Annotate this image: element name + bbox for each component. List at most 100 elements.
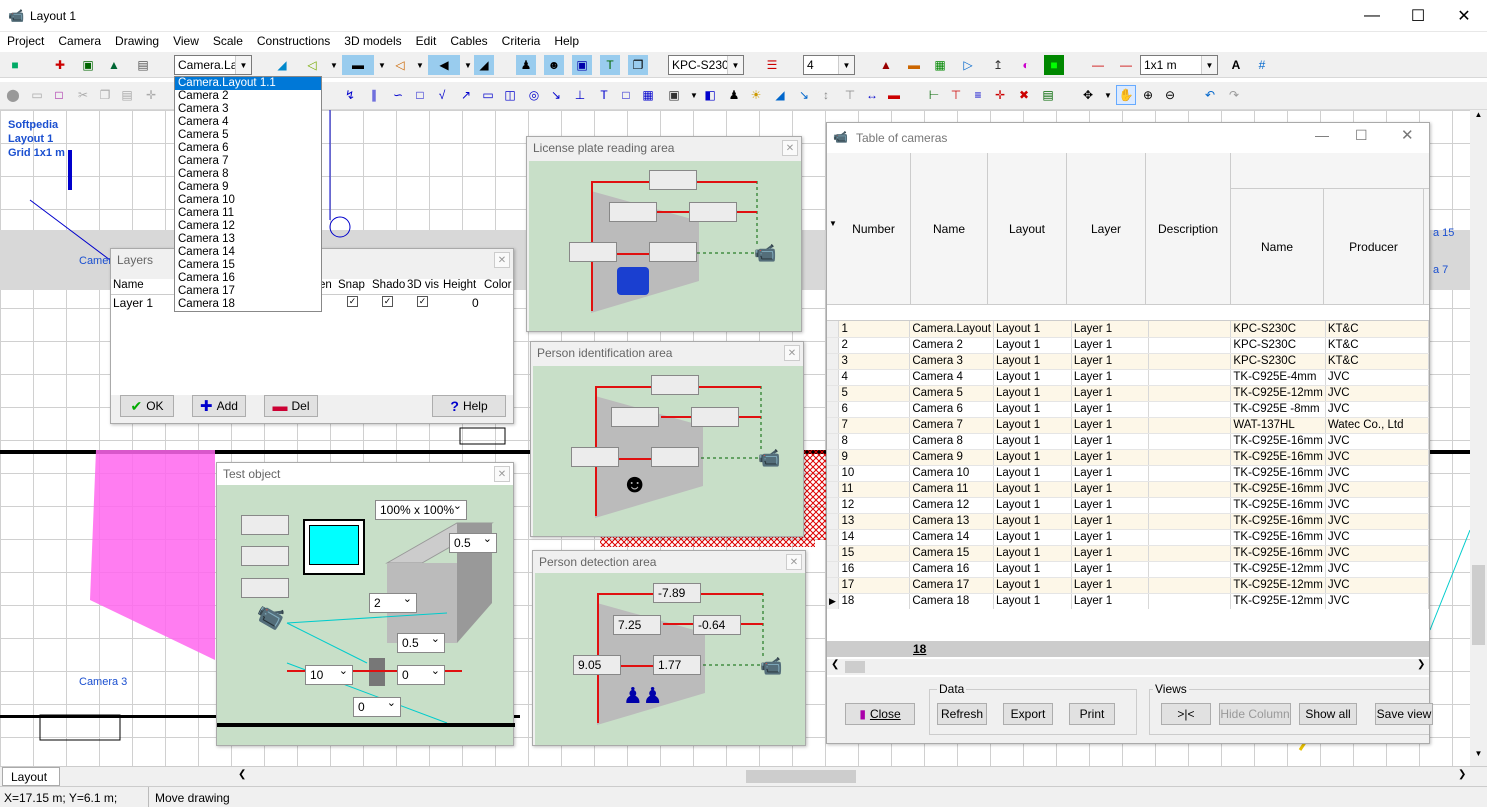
row-marker[interactable] [827, 321, 840, 338]
menu-constructions[interactable]: Constructions [250, 32, 337, 52]
line-style-icon[interactable]: — [1088, 55, 1108, 75]
distribute-icon[interactable]: ✛ [990, 85, 1010, 105]
pdet-close-icon[interactable]: ✕ [786, 554, 802, 570]
frame-icon[interactable]: □ [616, 85, 636, 105]
light-cone-icon[interactable]: ◢ [770, 85, 790, 105]
table-row[interactable]: 5 Camera 5 Layout 1 Layer 1 TK-C925E-12mm JVC [827, 385, 1429, 402]
export-button[interactable]: Export [1003, 703, 1053, 725]
dropdown-item[interactable]: Camera 5 [175, 129, 321, 142]
row-marker[interactable] [827, 481, 840, 498]
text-icon[interactable]: T [600, 55, 620, 75]
pdet-field-far[interactable]: 1.77 [653, 655, 701, 675]
table-cell[interactable] [1148, 465, 1232, 482]
door-icon[interactable]: √ [432, 85, 452, 105]
row-marker[interactable] [827, 497, 840, 514]
table-cell[interactable]: JVC [1325, 369, 1429, 386]
table-cell[interactable]: Layout 1 [993, 385, 1072, 402]
table-cell[interactable] [1148, 529, 1232, 546]
depth-select[interactable]: 0.5 [449, 532, 497, 553]
dropdown-item[interactable]: Camera.Layout 1.1 [175, 77, 321, 90]
menu-project[interactable]: Project [0, 32, 51, 52]
menu-criteria[interactable]: Criteria [495, 32, 548, 52]
row-marker[interactable] [827, 433, 840, 450]
table-cell[interactable]: 16 [838, 561, 911, 578]
chevron-down-icon[interactable]: ▼ [410, 55, 430, 75]
people-icon[interactable]: ♟ [516, 55, 536, 75]
menu-view[interactable]: View [166, 32, 206, 52]
fit-columns-button[interactable]: >|< [1161, 703, 1211, 725]
row-marker[interactable] [827, 545, 840, 562]
ir-icon[interactable]: ↘ [794, 85, 814, 105]
table-cell[interactable]: Layout 1 [993, 449, 1072, 466]
arc-icon[interactable]: ↘ [546, 85, 566, 105]
paint-icon[interactable]: ▲ [876, 55, 896, 75]
monitor-icon[interactable]: ■ [1044, 55, 1064, 75]
table-cell[interactable]: 8 [838, 433, 911, 450]
row-marker[interactable] [827, 513, 840, 530]
dropdown-item[interactable]: Camera 16 [175, 272, 321, 285]
pdet-field-near[interactable]: 9.05 [573, 655, 621, 675]
table-cell[interactable] [1148, 481, 1232, 498]
table-cell[interactable]: Layer 1 [1071, 497, 1150, 514]
table-cell[interactable]: 15 [838, 545, 911, 562]
close-icon[interactable]: ✕ [1401, 126, 1414, 144]
table-cell[interactable]: 14 [838, 529, 911, 546]
light-icon[interactable]: ▬ [904, 55, 924, 75]
table-cell[interactable]: Camera 11 [909, 481, 994, 498]
menu-camera[interactable]: Camera [51, 32, 108, 52]
table-cell[interactable] [1148, 337, 1232, 354]
scroll-thumb[interactable] [845, 661, 865, 673]
table-cell[interactable] [1148, 321, 1232, 338]
cube-icon[interactable]: ▣ [664, 85, 684, 105]
scroll-thumb[interactable] [746, 770, 856, 783]
table-cell[interactable]: Camera 9 [909, 449, 994, 466]
window-icon[interactable]: ▭ [478, 85, 498, 105]
camera-15-label[interactable]: a 15 [1433, 227, 1454, 239]
pdet-field-right[interactable]: -0.64 [693, 615, 741, 635]
minimize-icon[interactable]: — [1315, 127, 1329, 143]
lpr-close-icon[interactable]: ✕ [782, 140, 798, 156]
table-cell[interactable]: 4 [838, 369, 911, 386]
grid-icon[interactable]: # [1252, 55, 1272, 75]
row-marker[interactable] [827, 561, 840, 578]
menu-edit[interactable]: Edit [409, 32, 444, 52]
table-cell[interactable]: KPC-S230C [1230, 337, 1326, 354]
help-button[interactable]: ? Help [432, 395, 506, 417]
table-cell[interactable] [1148, 513, 1232, 530]
table-cell[interactable]: Camera 17 [909, 577, 994, 594]
table-cell[interactable]: Camera 8 [909, 433, 994, 450]
ok-button[interactable]: ✔ OK [120, 395, 174, 417]
table-cell[interactable] [1148, 561, 1232, 578]
table-cell[interactable]: Camera 15 [909, 545, 994, 562]
3dvis-checkbox[interactable]: ✓ [417, 296, 428, 307]
zoom-in-icon[interactable]: ⊕ [1138, 85, 1158, 105]
table-cell[interactable]: Layout 1 [993, 337, 1072, 354]
table-cell[interactable] [1148, 497, 1232, 514]
row-marker[interactable] [827, 577, 840, 594]
menu-scale[interactable]: Scale [206, 32, 250, 52]
table-cell[interactable] [1148, 593, 1232, 609]
table-cell[interactable]: JVC [1325, 433, 1429, 450]
table-cell[interactable]: Layout 1 [993, 401, 1072, 418]
table-cell[interactable]: KPC-S230C [1230, 353, 1326, 370]
align-left-icon[interactable]: ⊢ [924, 85, 944, 105]
col-number[interactable]: Number [837, 153, 911, 304]
show-all-button[interactable]: Show all [1299, 703, 1357, 725]
tree-icon[interactable]: ▲ [104, 55, 124, 75]
table-row[interactable]: 10 Camera 10 Layout 1 Layer 1 TK-C925E-16mm J… [827, 465, 1429, 482]
table-cell[interactable]: 12 [838, 497, 911, 514]
table-cell[interactable]: Layer 1 [1071, 593, 1150, 609]
table-cell[interactable]: JVC [1325, 385, 1429, 402]
table-cell[interactable]: TK-C925E-12mm [1230, 577, 1326, 594]
table-row[interactable]: 2 Camera 2 Layout 1 Layer 1 KPC-S230C KT&C [827, 337, 1429, 354]
layers-close-icon[interactable]: ✕ [494, 252, 510, 268]
table-cell[interactable]: TK-C925E-12mm [1230, 561, 1326, 578]
table-cell[interactable]: KT&C [1325, 353, 1429, 370]
camera-angle-icon[interactable]: ◀ [428, 55, 460, 75]
table-cell[interactable] [1148, 577, 1232, 594]
dropdown-item[interactable]: Camera 3 [175, 103, 321, 116]
table-cell[interactable]: Layout 1 [993, 593, 1072, 609]
pid-field-top[interactable] [651, 375, 699, 395]
filter-row[interactable] [827, 305, 1429, 321]
col-producer[interactable]: Producer [1324, 189, 1424, 304]
